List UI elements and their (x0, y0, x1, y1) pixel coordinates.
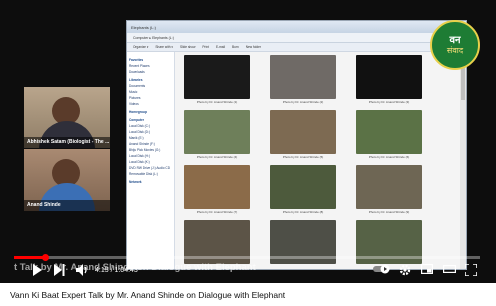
vann-samvad-logo: वन संवाद (430, 20, 480, 70)
photo-thumbnail[interactable]: Photo by Dr. Anand Shinde (1) (181, 55, 253, 104)
elephant-photo (356, 165, 422, 209)
toolbar-item[interactable]: New folder (246, 45, 261, 49)
elephant-photo (270, 165, 336, 209)
photo-caption: Photo by Dr. Anand Shinde (1) (196, 100, 238, 104)
theater-icon[interactable] (442, 264, 456, 278)
photo-thumbnail[interactable]: Photo by Dr. Anand Shinde (7) (181, 165, 253, 214)
nav-item[interactable]: Videos (129, 101, 172, 107)
fullscreen-icon[interactable] (464, 263, 478, 278)
explorer-title: Elephants (L:) (131, 24, 156, 30)
photo-caption: Photo by Dr. Anand Shinde (5) (282, 155, 324, 159)
photo-thumbnail[interactable]: Photo by Dr. Anand Shinde (9) (353, 165, 425, 214)
photo-caption: Photo by Dr. Anand Shinde (6) (368, 155, 410, 159)
elephant-photo (184, 55, 250, 99)
time-display: 4:15 / 1:04:43 (95, 264, 138, 278)
photo-caption: Photo by Dr. Anand Shinde (4) (196, 155, 238, 159)
miniplayer-icon[interactable] (420, 264, 434, 278)
volume-icon[interactable] (74, 264, 90, 278)
photo-caption: Photo by Dr. Anand Shinde (3) (368, 100, 410, 104)
player-controls: 4:15 / 1:04:43 (0, 260, 496, 282)
toolbar-item[interactable]: Organize ▾ (133, 45, 148, 49)
toolbar-item[interactable]: Burn (232, 45, 239, 49)
toolbar-item[interactable]: Slide show (180, 45, 195, 49)
progress-played (14, 256, 45, 259)
toolbar-item[interactable]: Print (202, 45, 209, 49)
photo-caption: Photo by Dr. Anand Shinde (7) (196, 210, 238, 214)
explorer-thumbnail-grid: Photo by Dr. Anand Shinde (1) Photo by Dr… (179, 52, 460, 269)
next-icon[interactable] (52, 264, 66, 278)
autoplay-toggle[interactable] (372, 264, 392, 278)
photo-thumbnail[interactable]: Photo by Dr. Anand Shinde (6) (353, 110, 425, 159)
explorer-nav-pane: Favorites Recent Places Downloads Libraries… (127, 52, 175, 269)
elephant-photo (356, 55, 422, 99)
explorer-address-bar: Computer ▸ Elephants (L:) (127, 33, 466, 43)
photo-thumbnail[interactable]: Photo by Dr. Anand Shinde (4) (181, 110, 253, 159)
video-title: Vann Ki Baat Expert Talk by Mr. Anand Sh… (10, 290, 286, 300)
elephant-photo (356, 110, 422, 154)
photo-caption: Photo by Dr. Anand Shinde (2) (282, 100, 324, 104)
logo-text-1: वन (449, 35, 461, 46)
video-page: Elephants (L:) Computer ▸ Elephants (L:)… (0, 0, 496, 306)
nav-item[interactable]: Downloads (129, 69, 172, 75)
video-player[interactable]: Elephants (L:) Computer ▸ Elephants (L:)… (0, 0, 496, 283)
play-icon[interactable] (30, 264, 44, 278)
elephant-photo (270, 110, 336, 154)
nav-item[interactable]: Network (129, 179, 172, 185)
participant-tile-2: Anand Shinde (24, 149, 110, 211)
photo-thumbnail[interactable]: Photo by Dr. Anand Shinde (3) (353, 55, 425, 104)
explorer-toolbar: Organize ▾ Share with ▾ Slide show Print E-m… (127, 43, 466, 52)
current-time: 4:15 (95, 267, 109, 274)
explorer-titlebar: Elephants (L:) (127, 21, 466, 33)
photo-caption: Photo by Dr. Anand Shinde (9) (368, 210, 410, 214)
settings-icon[interactable] (398, 264, 412, 278)
progress-bar[interactable] (14, 254, 480, 261)
nav-item[interactable]: Removable Disk (L:) (129, 171, 172, 177)
participant-name: Abhishek Satam (Biologist - The ... (24, 137, 110, 148)
toolbar-item[interactable]: E-mail (216, 45, 225, 49)
shared-screen-explorer: Elephants (L:) Computer ▸ Elephants (L:)… (126, 20, 467, 270)
elephant-photo (184, 110, 250, 154)
participant-name: Anand Shinde (24, 200, 110, 211)
photo-thumbnail[interactable]: Photo by Dr. Anand Shinde (8) (267, 165, 339, 214)
logo-text-2: संवाद (446, 46, 464, 55)
explorer-scrollbar (460, 52, 466, 269)
photo-caption: Photo by Dr. Anand Shinde (8) (282, 210, 324, 214)
elephant-photo (270, 55, 336, 99)
explorer-address: Computer ▸ Elephants (L:) (133, 35, 174, 40)
photo-thumbnail[interactable]: Photo by Dr. Anand Shinde (2) (267, 55, 339, 104)
participant-tile-1: Abhishek Satam (Biologist - The ... (24, 87, 110, 148)
duration: 1:04:43 (114, 267, 138, 274)
toolbar-item[interactable]: Share with ▾ (155, 45, 173, 49)
photo-thumbnail[interactable]: Photo by Dr. Anand Shinde (5) (267, 110, 339, 159)
elephant-photo (184, 165, 250, 209)
nav-item[interactable]: Homegroup (129, 109, 172, 115)
